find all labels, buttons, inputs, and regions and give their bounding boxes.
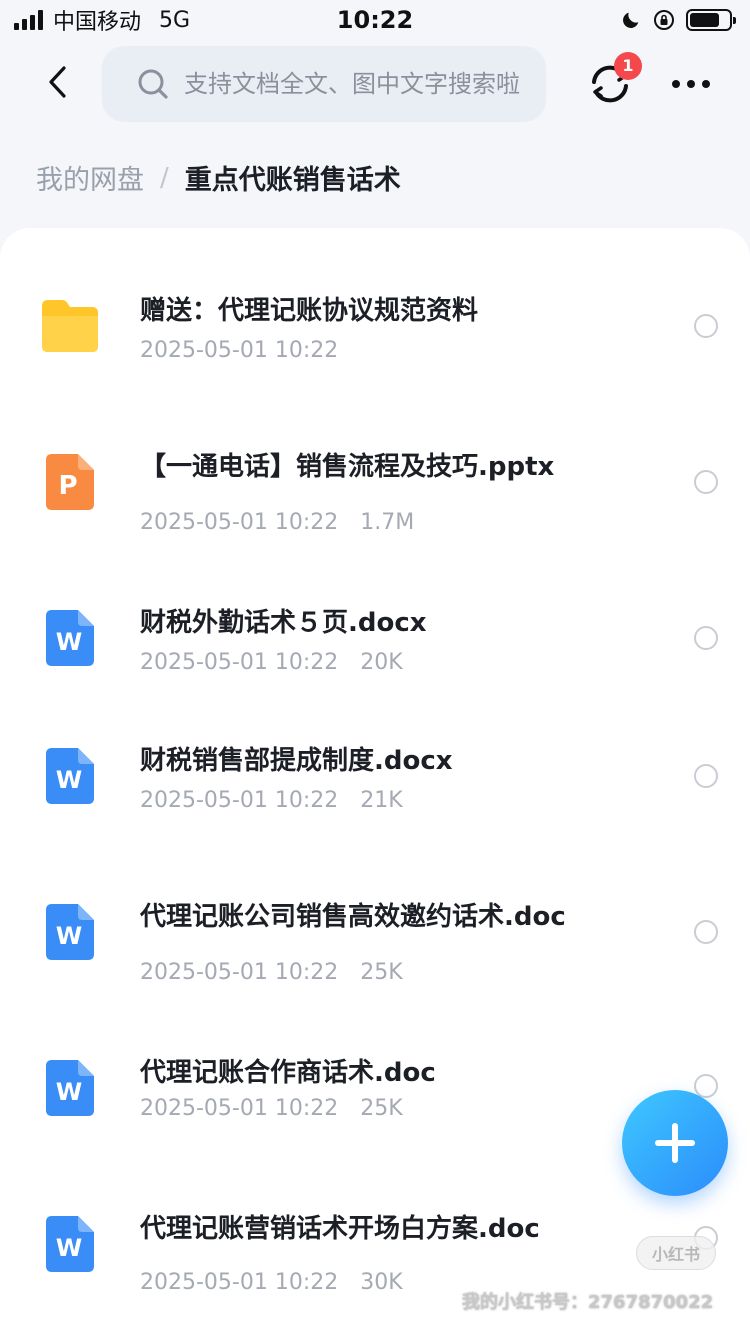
file-name: 代理记账营销话术开场白方案.doc — [140, 1214, 540, 1244]
svg-text:P: P — [58, 471, 77, 501]
sync-badge: 1 — [614, 52, 642, 80]
signal-strength-icon — [14, 10, 43, 30]
network-label: 5G — [159, 7, 191, 33]
file-size: 20K — [360, 650, 403, 675]
word-file-icon: W — [46, 904, 94, 960]
moon-icon — [623, 12, 639, 28]
file-size: 25K — [360, 1096, 403, 1121]
file-row[interactable]: 赠送：代理记账协议规范资料 2025-05-01 10:22 — [0, 268, 750, 418]
folder-icon — [42, 300, 98, 352]
file-row[interactable]: W 财税外勤话术５页.docx 2025-05-01 10:22 20K — [0, 580, 750, 730]
file-name: 【一通电话】销售流程及技巧.pptx — [140, 452, 555, 482]
file-date: 2025-05-01 10:22 — [140, 788, 339, 813]
file-meta: 2025-05-01 10:22 21K — [140, 788, 403, 813]
file-date: 2025-05-01 10:22 — [140, 960, 339, 985]
file-meta: 2025-05-01 10:22 25K — [140, 1096, 403, 1121]
file-name: 财税外勤话术５页.docx — [140, 608, 427, 638]
file-size: 25K — [360, 960, 403, 985]
watermark-text: 我的小红书号：2767870022 — [462, 1292, 714, 1313]
file-name: 代理记账公司销售高效邀约话术.doc — [140, 902, 566, 932]
more-dot — [687, 80, 695, 88]
file-meta: 2025-05-01 10:22 — [140, 338, 338, 363]
file-size: 1.7M — [360, 510, 415, 535]
word-file-icon: W — [46, 1060, 94, 1116]
select-checkbox[interactable] — [694, 470, 718, 494]
more-dot — [702, 80, 710, 88]
breadcrumb-current: 重点代账销售话术 — [184, 165, 401, 196]
file-meta: 2025-05-01 10:22 30K — [140, 1270, 403, 1295]
svg-text:W: W — [56, 1234, 82, 1262]
pptx-file-icon: P — [46, 454, 94, 510]
watermark-logo: 小红书 — [636, 1236, 716, 1270]
file-name: 赠送：代理记账协议规范资料 — [140, 296, 479, 326]
add-button[interactable] — [622, 1090, 728, 1196]
select-checkbox[interactable] — [694, 920, 718, 944]
file-meta: 2025-05-01 10:22 1.7M — [140, 510, 414, 535]
file-meta: 2025-05-01 10:22 25K — [140, 960, 403, 985]
word-file-icon: W — [46, 1216, 94, 1272]
breadcrumb-root[interactable]: 我的网盘 — [36, 158, 144, 197]
word-file-icon: W — [46, 610, 94, 666]
select-checkbox[interactable] — [694, 764, 718, 788]
carrier-label: 中国移动 — [53, 10, 142, 35]
word-file-icon: W — [46, 748, 94, 804]
select-checkbox[interactable] — [694, 626, 718, 650]
file-date: 2025-05-01 10:22 — [140, 338, 339, 363]
file-date: 2025-05-01 10:22 — [140, 1270, 339, 1295]
file-size: 21K — [360, 788, 403, 813]
breadcrumb-separator: / — [160, 162, 169, 193]
svg-text:W: W — [56, 628, 82, 656]
file-name: 代理记账合作商话术.doc — [140, 1058, 436, 1088]
more-dot — [672, 80, 680, 88]
svg-text:W: W — [56, 922, 82, 950]
more-button[interactable] — [672, 72, 716, 96]
header: 1 — [0, 44, 750, 124]
status-bar: 中国移动 5G 10:22 — [0, 0, 750, 40]
rotation-lock-icon — [654, 10, 674, 30]
file-row[interactable]: W 代理记账公司销售高效邀约话术.doc 2025-05-01 10:22 25K — [0, 874, 750, 1024]
svg-text:W: W — [56, 1078, 82, 1106]
file-date: 2025-05-01 10:22 — [140, 510, 339, 535]
select-checkbox[interactable] — [694, 314, 718, 338]
search-box[interactable] — [102, 46, 546, 122]
svg-text:W: W — [56, 766, 82, 794]
file-meta: 2025-05-01 10:22 20K — [140, 650, 403, 675]
file-size: 30K — [360, 1270, 403, 1295]
file-row[interactable]: P 【一通电话】销售流程及技巧.pptx 2025-05-01 10:22 1.7… — [0, 424, 750, 574]
plus-icon — [655, 1140, 695, 1146]
file-row[interactable]: W 财税销售部提成制度.docx 2025-05-01 10:22 21K — [0, 718, 750, 868]
battery-icon — [686, 9, 736, 31]
search-icon — [138, 69, 168, 99]
search-input[interactable] — [184, 70, 534, 98]
back-button[interactable] — [36, 60, 80, 104]
file-name: 财税销售部提成制度.docx — [140, 746, 453, 776]
file-date: 2025-05-01 10:22 — [140, 1096, 339, 1121]
chevron-left-icon — [49, 66, 66, 98]
file-date: 2025-05-01 10:22 — [140, 650, 339, 675]
breadcrumb: 我的网盘 / 重点代账销售话术 — [36, 158, 401, 197]
